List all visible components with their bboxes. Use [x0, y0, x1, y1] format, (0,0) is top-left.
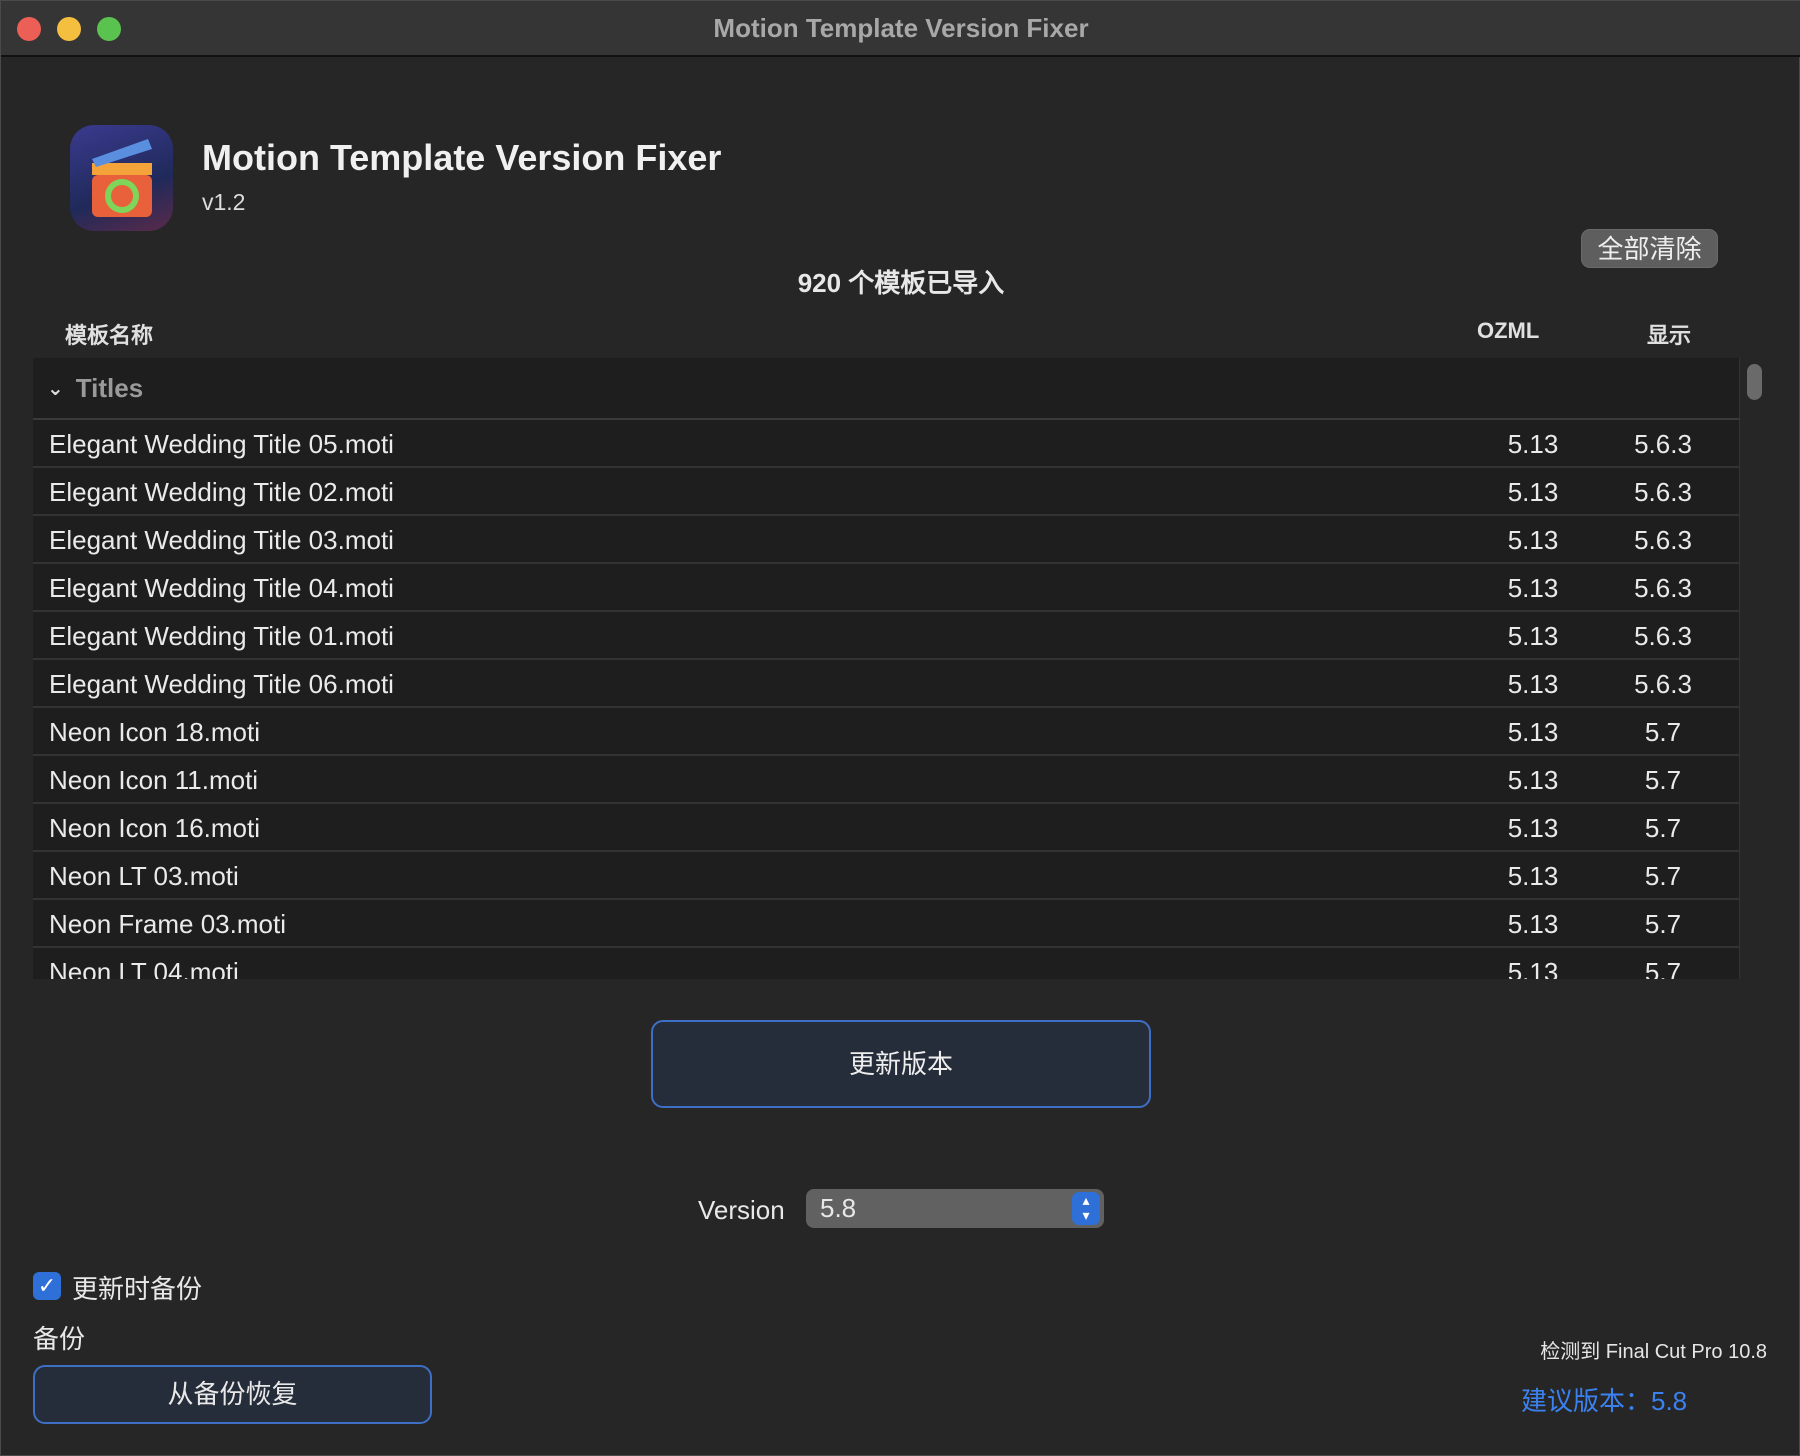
- template-name: Elegant Wedding Title 02.moti: [49, 477, 394, 507]
- display-version: 5.6.3: [1634, 621, 1692, 651]
- ozml-version: 5.13: [1507, 669, 1559, 699]
- version-select[interactable]: 5.8 ▴ ▾: [806, 1189, 1104, 1228]
- chevron-down-icon[interactable]: ⌄: [47, 376, 64, 401]
- app-version: v1.2: [202, 189, 246, 215]
- table-row[interactable]: Elegant Wedding Title 02.moti 5.13 5.6.3: [33, 468, 1739, 516]
- template-name: Elegant Wedding Title 03.moti: [49, 525, 394, 555]
- ozml-version: 5.13: [1507, 477, 1559, 507]
- table-row[interactable]: Elegant Wedding Title 05.moti 5.13 5.6.3: [33, 420, 1739, 468]
- group-row-titles[interactable]: ⌄ Titles: [33, 358, 1739, 420]
- column-header-display[interactable]: 显示: [1647, 318, 1691, 350]
- backup-checkbox-label[interactable]: 更新时备份: [72, 1269, 202, 1306]
- table-scrollbar[interactable]: [1739, 358, 1767, 979]
- version-label: Version: [698, 1195, 785, 1225]
- display-version: 5.6.3: [1634, 477, 1692, 507]
- group-label: Titles: [75, 372, 144, 403]
- app-icon: [70, 125, 173, 231]
- display-version: 5.6.3: [1634, 669, 1692, 699]
- window-title: Motion Template Version Fixer: [713, 13, 1089, 43]
- display-version: 5.7: [1644, 765, 1682, 795]
- ozml-version: 5.13: [1507, 717, 1559, 747]
- table-row[interactable]: Neon LT 04.moti 5.13 5.7: [33, 948, 1739, 979]
- template-name: Neon Icon 16.moti: [49, 813, 261, 843]
- backup-checkbox[interactable]: ✓: [33, 1272, 61, 1300]
- import-count: 920 个模板已导入: [797, 268, 1005, 298]
- table-row[interactable]: Elegant Wedding Title 01.moti 5.13 5.6.3: [33, 612, 1739, 660]
- ozml-version: 5.13: [1507, 621, 1559, 651]
- app-window: Motion Template Version Fixer Motion Tem…: [0, 0, 1800, 1456]
- table-row[interactable]: Neon Icon 11.moti 5.13 5.7: [33, 756, 1739, 804]
- ozml-version: 5.13: [1507, 573, 1559, 603]
- table-row[interactable]: Neon Icon 16.moti 5.13 5.7: [33, 804, 1739, 852]
- column-header-ozml[interactable]: OZML: [1477, 318, 1539, 344]
- table-row[interactable]: Elegant Wedding Title 04.moti 5.13 5.6.3: [33, 564, 1739, 612]
- display-version: 5.7: [1644, 909, 1682, 939]
- display-version: 5.6.3: [1634, 525, 1692, 555]
- ozml-version: 5.13: [1507, 525, 1559, 555]
- template-name: Elegant Wedding Title 04.moti: [49, 573, 394, 603]
- ozml-version: 5.13: [1507, 813, 1559, 843]
- ozml-version: 5.13: [1507, 909, 1559, 939]
- version-value: 5.8: [820, 1193, 857, 1223]
- title-bar: Motion Template Version Fixer: [1, 1, 1800, 57]
- chevron-updown-icon[interactable]: ▴ ▾: [1072, 1192, 1100, 1225]
- template-name: Neon Icon 18.moti: [49, 717, 261, 747]
- table-row[interactable]: Elegant Wedding Title 03.moti 5.13 5.6.3: [33, 516, 1739, 564]
- display-version: 5.6.3: [1634, 429, 1692, 459]
- detected-fcp-version: 检测到 Final Cut Pro 10.8: [1540, 1341, 1767, 1363]
- restore-from-backup-button[interactable]: 从备份恢复: [33, 1365, 432, 1424]
- ozml-version: 5.13: [1507, 957, 1559, 979]
- ozml-version: 5.13: [1507, 765, 1559, 795]
- update-version-button[interactable]: 更新版本: [651, 1020, 1151, 1108]
- column-header-name[interactable]: 模板名称: [65, 318, 153, 350]
- display-version: 5.7: [1644, 717, 1682, 747]
- table-row[interactable]: Neon Frame 03.moti 5.13 5.7: [33, 900, 1739, 948]
- display-version: 5.6.3: [1634, 573, 1692, 603]
- ozml-version: 5.13: [1507, 429, 1559, 459]
- ozml-version: 5.13: [1507, 861, 1559, 891]
- scrollbar-thumb[interactable]: [1747, 364, 1762, 400]
- table-row[interactable]: Neon Icon 18.moti 5.13 5.7: [33, 708, 1739, 756]
- template-name: Elegant Wedding Title 01.moti: [49, 621, 394, 651]
- template-name: Neon LT 04.moti: [49, 957, 239, 979]
- backup-section-label: 备份: [33, 1324, 86, 1354]
- suggested-version: 建议版本：5.8: [1521, 1386, 1688, 1416]
- template-table: ⌄ Titles Elegant Wedding Title 05.moti 5.…: [33, 358, 1739, 979]
- display-version: 5.7: [1644, 813, 1682, 843]
- display-version: 5.7: [1644, 957, 1682, 979]
- table-row[interactable]: Elegant Wedding Title 06.moti 5.13 5.6.3: [33, 660, 1739, 708]
- template-name: Elegant Wedding Title 05.moti: [49, 429, 394, 459]
- template-name: Neon Frame 03.moti: [49, 909, 286, 939]
- template-name: Neon LT 03.moti: [49, 861, 239, 891]
- template-name: Elegant Wedding Title 06.moti: [49, 669, 394, 699]
- display-version: 5.7: [1644, 861, 1682, 891]
- template-name: Neon Icon 11.moti: [49, 765, 259, 795]
- table-row[interactable]: Neon LT 03.moti 5.13 5.7: [33, 852, 1739, 900]
- app-name: Motion Template Version Fixer: [202, 137, 722, 178]
